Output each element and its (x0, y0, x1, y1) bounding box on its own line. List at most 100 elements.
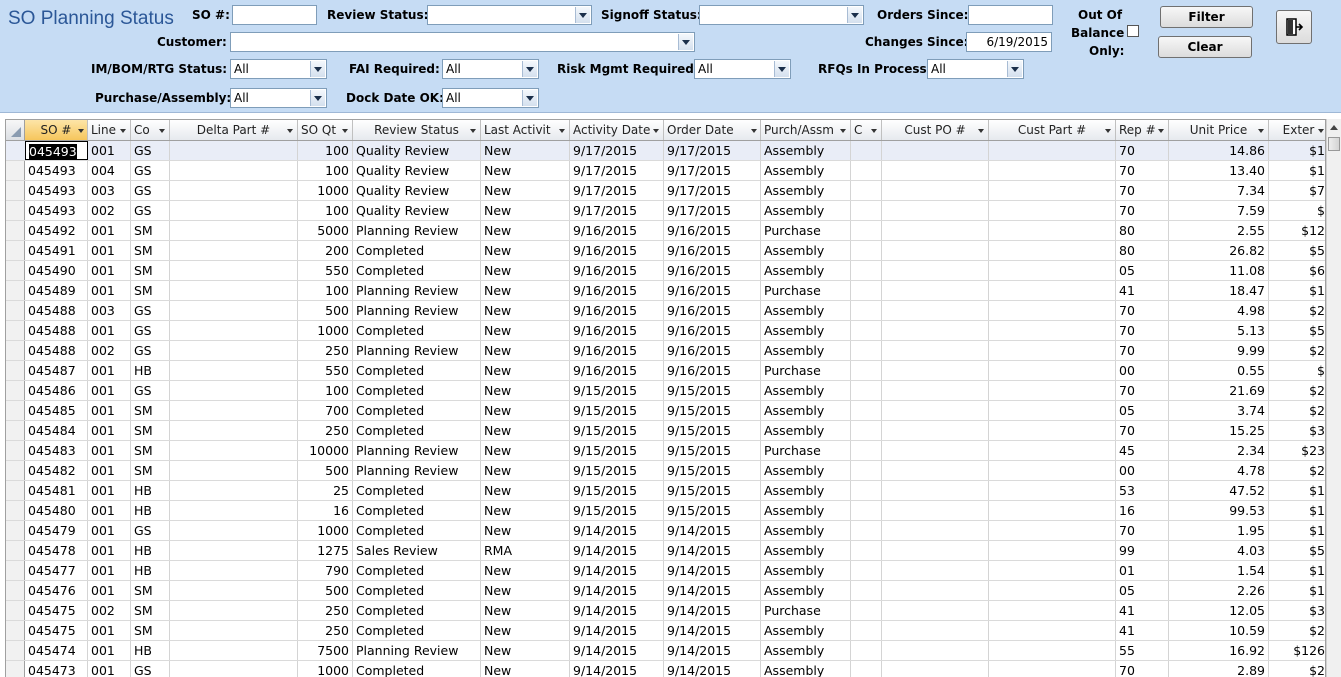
cell-activity-date[interactable]: 9/15/2015 (570, 481, 664, 500)
table-row[interactable]: 045493 003 GS 1000 Quality Review New 9/17/201… (6, 181, 1325, 201)
cell-extended[interactable]: $1 (1269, 521, 1325, 540)
column-header-order-date[interactable]: Order Date (664, 120, 761, 140)
cell-review-status[interactable]: Completed (353, 661, 481, 677)
cell-activity-date[interactable]: 9/17/2015 (570, 181, 664, 200)
rfqs-select[interactable]: All (927, 59, 1024, 79)
cell-review-status[interactable]: Completed (353, 381, 481, 400)
cell-so-number[interactable]: 045482 (25, 461, 88, 480)
sort-filter-icon[interactable] (78, 129, 84, 133)
cell-cust-part[interactable] (989, 521, 1116, 540)
cell-so-qty[interactable]: 100 (298, 141, 353, 160)
cell-so-number[interactable]: 045480 (25, 501, 88, 520)
cell-c[interactable] (851, 481, 882, 500)
cell-review-status[interactable]: Planning Review (353, 461, 481, 480)
cell-last-activity[interactable]: New (481, 301, 570, 320)
cell-c[interactable] (851, 141, 882, 160)
cell-last-activity[interactable]: New (481, 221, 570, 240)
cell-review-status[interactable]: Quality Review (353, 141, 481, 160)
cell-so-number[interactable]: 045484 (25, 421, 88, 440)
cell-cust-po[interactable] (882, 441, 989, 460)
cell-line[interactable]: 001 (88, 381, 131, 400)
cell-so-qty[interactable]: 16 (298, 501, 353, 520)
cell-cust-part[interactable] (989, 141, 1116, 160)
cell-cust-part[interactable] (989, 601, 1116, 620)
cell-order-date[interactable]: 9/17/2015 (664, 161, 761, 180)
table-row[interactable]: 045479 001 GS 1000 Completed New 9/14/2015 9/14… (6, 521, 1325, 541)
cell-line[interactable]: 001 (88, 561, 131, 580)
cell-activity-date[interactable]: 9/14/2015 (570, 541, 664, 560)
cell-cust-po[interactable] (882, 181, 989, 200)
cell-so-number[interactable]: 045488 (25, 301, 88, 320)
cell-activity-date[interactable]: 9/16/2015 (570, 221, 664, 240)
cell-rep[interactable]: 99 (1116, 541, 1169, 560)
cell-review-status[interactable]: Completed (353, 321, 481, 340)
cell-unit-price[interactable]: 4.78 (1169, 461, 1269, 480)
cell-order-date[interactable]: 9/14/2015 (664, 521, 761, 540)
cell-cust-part[interactable] (989, 201, 1116, 220)
cell-rep[interactable]: 70 (1116, 661, 1169, 677)
cell-line[interactable]: 002 (88, 601, 131, 620)
cell-co[interactable]: SM (131, 461, 170, 480)
cell-so-number[interactable]: 045486 (25, 381, 88, 400)
cell-unit-price[interactable]: 3.74 (1169, 401, 1269, 420)
cell-so-number[interactable]: 045478 (25, 541, 88, 560)
cell-order-date[interactable]: 9/15/2015 (664, 481, 761, 500)
cell-co[interactable]: GS (131, 201, 170, 220)
cell-delta-part[interactable] (170, 521, 298, 540)
cell-so-qty[interactable]: 10000 (298, 441, 353, 460)
cell-order-date[interactable]: 9/15/2015 (664, 441, 761, 460)
cell-cust-po[interactable] (882, 201, 989, 220)
cell-review-status[interactable]: Planning Review (353, 341, 481, 360)
cell-co[interactable]: HB (131, 541, 170, 560)
cell-co[interactable]: SM (131, 581, 170, 600)
cell-last-activity[interactable]: New (481, 641, 570, 660)
cell-last-activity[interactable]: New (481, 501, 570, 520)
cell-so-qty[interactable]: 1000 (298, 321, 353, 340)
cell-line[interactable]: 002 (88, 201, 131, 220)
cell-co[interactable]: HB (131, 361, 170, 380)
cell-so-qty[interactable]: 700 (298, 401, 353, 420)
cell-unit-price[interactable]: 7.59 (1169, 201, 1269, 220)
cell-last-activity[interactable]: New (481, 621, 570, 640)
cell-so-number[interactable]: 045476 (25, 581, 88, 600)
scroll-thumb[interactable] (1328, 137, 1340, 151)
cell-extended[interactable]: $3 (1269, 421, 1325, 440)
cell-purch-assm[interactable]: Purchase (761, 221, 851, 240)
cell-unit-price[interactable]: 10.59 (1169, 621, 1269, 640)
cell-unit-price[interactable]: 2.55 (1169, 221, 1269, 240)
table-row[interactable]: 045489 001 SM 100 Planning Review New 9/16/201… (6, 281, 1325, 301)
table-row[interactable]: 045490 001 SM 550 Completed New 9/16/2015 9/16/… (6, 261, 1325, 281)
cell-purch-assm[interactable]: Assembly (761, 161, 851, 180)
cell-cust-po[interactable] (882, 641, 989, 660)
cell-review-status[interactable]: Completed (353, 401, 481, 420)
chevron-down-icon[interactable] (1007, 61, 1022, 77)
filter-dropdown-icon[interactable] (653, 129, 659, 133)
cell-so-qty[interactable]: 7500 (298, 641, 353, 660)
table-row[interactable]: 045485 001 SM 700 Completed New 9/15/2015 9/15/… (6, 401, 1325, 421)
cell-purch-assm[interactable]: Assembly (761, 621, 851, 640)
cell-co[interactable]: SM (131, 421, 170, 440)
cell-delta-part[interactable] (170, 501, 298, 520)
cell-purch-assm[interactable]: Assembly (761, 501, 851, 520)
cell-co[interactable]: HB (131, 501, 170, 520)
cell-c[interactable] (851, 461, 882, 480)
cell-cust-part[interactable] (989, 441, 1116, 460)
cell-activity-date[interactable]: 9/16/2015 (570, 361, 664, 380)
cell-unit-price[interactable]: 9.99 (1169, 341, 1269, 360)
cell-co[interactable]: SM (131, 221, 170, 240)
cell-last-activity[interactable]: New (481, 161, 570, 180)
cell-rep[interactable]: 05 (1116, 581, 1169, 600)
cell-rep[interactable]: 70 (1116, 161, 1169, 180)
cell-delta-part[interactable] (170, 321, 298, 340)
cell-cust-part[interactable] (989, 501, 1116, 520)
cell-delta-part[interactable] (170, 341, 298, 360)
cell-c[interactable] (851, 381, 882, 400)
table-row[interactable]: 045493 004 GS 100 Quality Review New 9/17/2015… (6, 161, 1325, 181)
cell-co[interactable]: GS (131, 521, 170, 540)
cell-purch-assm[interactable]: Assembly (761, 481, 851, 500)
cell-delta-part[interactable] (170, 561, 298, 580)
cell-line[interactable]: 001 (88, 141, 131, 160)
cell-activity-date[interactable]: 9/14/2015 (570, 621, 664, 640)
cell-unit-price[interactable]: 2.26 (1169, 581, 1269, 600)
cell-unit-price[interactable]: 1.95 (1169, 521, 1269, 540)
